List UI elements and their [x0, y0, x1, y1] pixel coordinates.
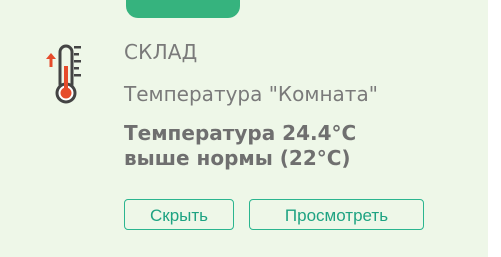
- thermometer-icon: [46, 44, 81, 104]
- notification-card: СКЛАД Температура "Комната" Температура …: [0, 0, 488, 257]
- alert-message: Температура 24.4°C выше нормы (22°C): [124, 121, 356, 171]
- alert-message-line-1: Температура 24.4°C: [124, 121, 357, 145]
- hide-button[interactable]: Скрыть: [124, 199, 234, 230]
- notification-category: СКЛАД: [124, 40, 198, 64]
- alert-message-line-2: выше нормы (22°C): [124, 146, 351, 170]
- arrow-up-icon: [46, 53, 56, 67]
- sensor-name: Температура "Комната": [124, 82, 378, 106]
- view-button[interactable]: Просмотреть: [249, 199, 424, 230]
- status-pill: [126, 0, 240, 18]
